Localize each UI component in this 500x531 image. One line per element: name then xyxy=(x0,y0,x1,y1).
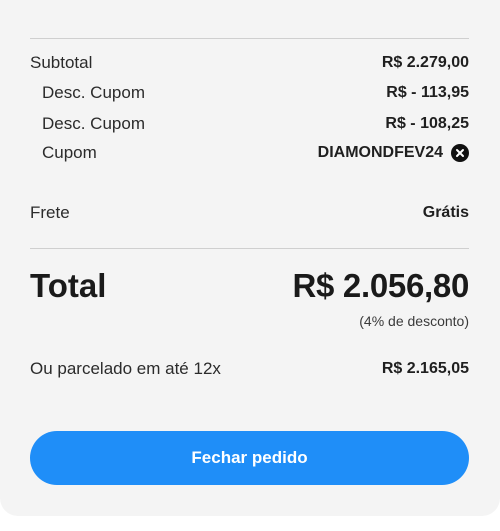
discount-value: R$ - 108,25 xyxy=(385,115,469,132)
shipping-label: Frete xyxy=(30,203,70,222)
shipping-value: Grátis xyxy=(422,204,469,221)
total-label: Total xyxy=(30,267,107,304)
top-divider xyxy=(30,38,469,39)
coupon-label: Cupom xyxy=(42,143,97,162)
subtotal-label: Subtotal xyxy=(30,53,93,72)
installments-row: Ou parcelado em até 12x R$ 2.165,05 xyxy=(30,358,469,380)
discount-row: Desc. Cupom R$ - 108,25 xyxy=(30,113,469,135)
subtotal-value: R$ 2.279,00 xyxy=(381,54,469,71)
discount-label: Desc. Cupom xyxy=(42,114,145,133)
middle-divider xyxy=(30,248,469,249)
coupon-row: Cupom DIAMONDFEV24 xyxy=(30,142,469,164)
checkout-button[interactable]: Fechar pedido xyxy=(30,431,469,485)
close-circle-icon[interactable] xyxy=(451,144,469,162)
total-value: R$ 2.056,80 xyxy=(292,267,469,304)
coupon-code-wrap: DIAMONDFEV24 xyxy=(318,144,469,162)
discount-row: Desc. Cupom R$ - 113,95 xyxy=(30,82,469,104)
discount-label: Desc. Cupom xyxy=(42,83,145,102)
discount-percentage-note: (4% de desconto) xyxy=(359,313,469,329)
subtotal-row: Subtotal R$ 2.279,00 xyxy=(30,52,469,74)
installments-label: Ou parcelado em até 12x xyxy=(30,359,221,378)
installments-value: R$ 2.165,05 xyxy=(381,360,469,377)
total-row: Total R$ 2.056,80 xyxy=(30,265,469,307)
shipping-row: Frete Grátis xyxy=(30,202,469,224)
coupon-code: DIAMONDFEV24 xyxy=(317,144,443,161)
order-summary-card: Subtotal R$ 2.279,00 Desc. Cupom R$ - 11… xyxy=(0,0,500,516)
discount-value: R$ - 113,95 xyxy=(386,84,469,101)
